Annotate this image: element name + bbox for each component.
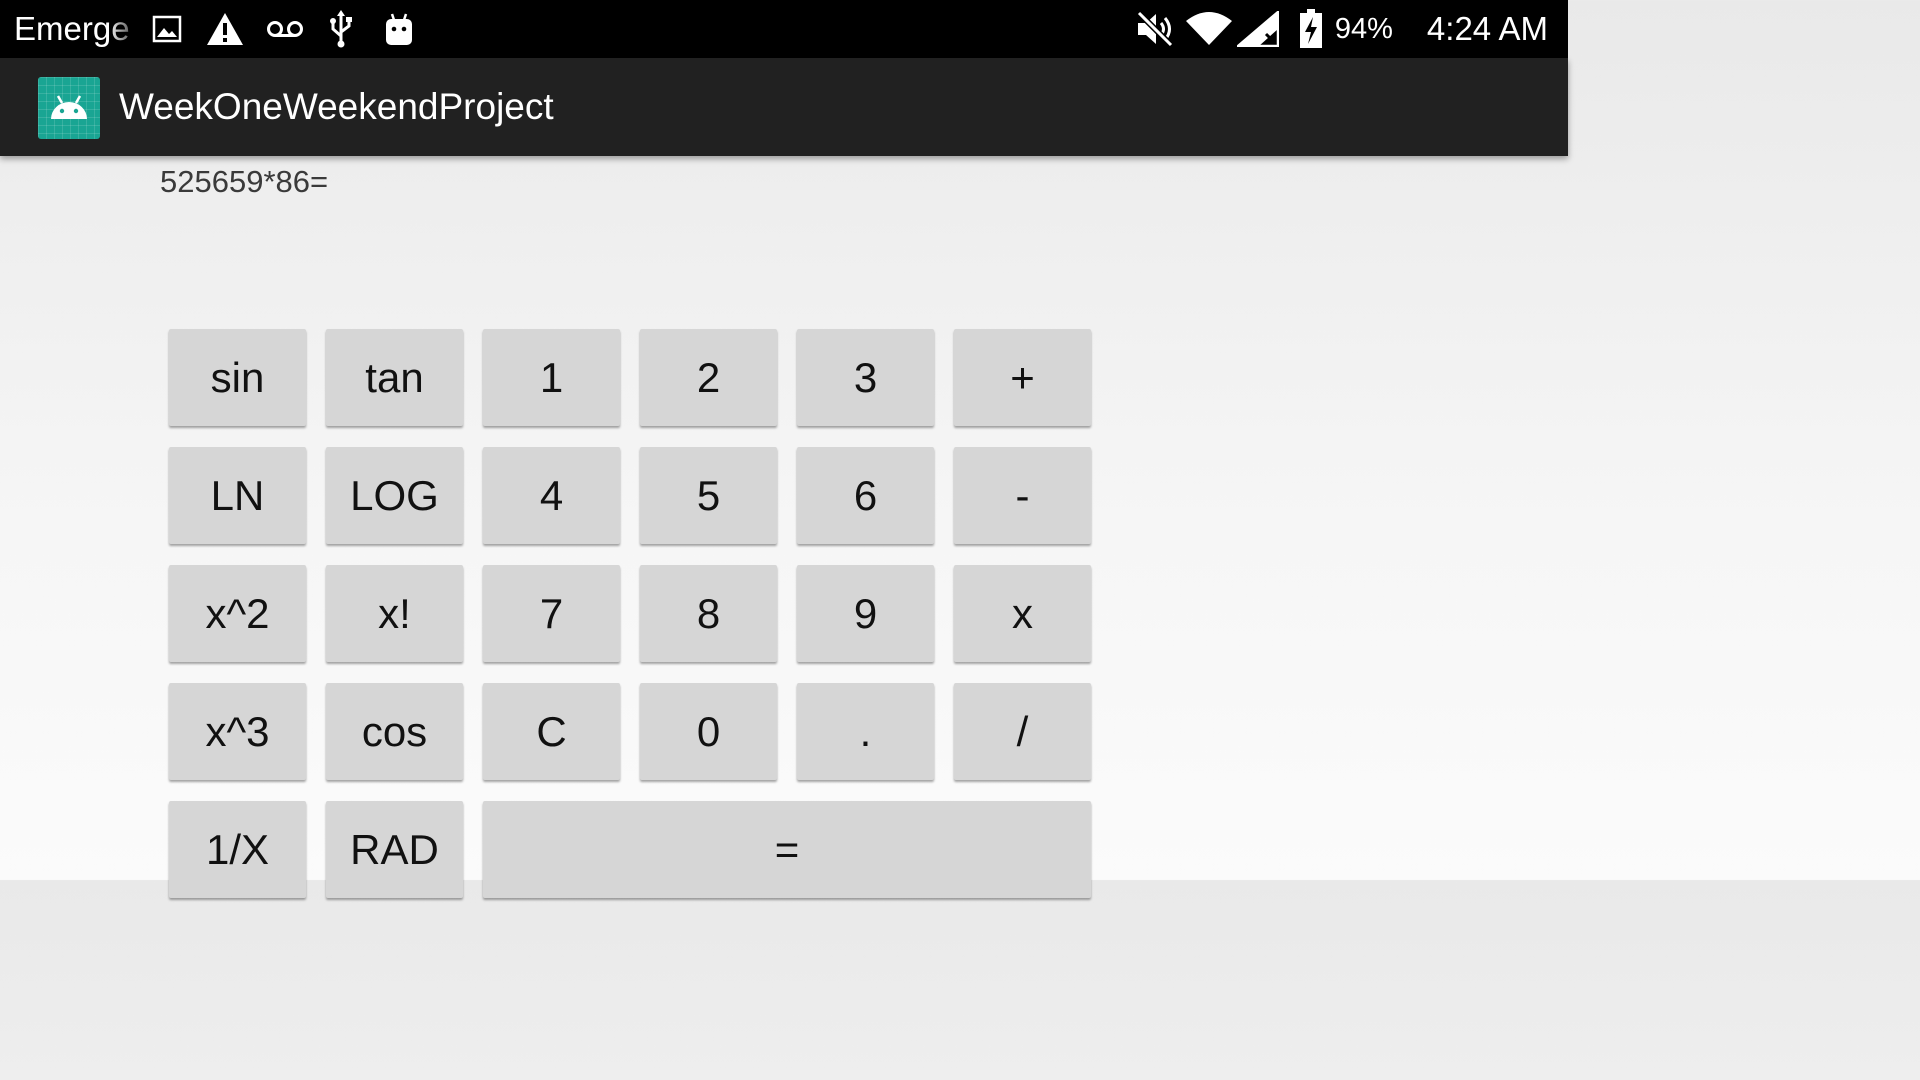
- cube-button[interactable]: x^3: [169, 683, 306, 780]
- voicemail-icon: [266, 19, 304, 39]
- action-bar: WeekOneWeekendProject: [0, 58, 1568, 156]
- expression-display: 525659*86=: [160, 164, 329, 199]
- mute-icon: [1135, 11, 1175, 47]
- digit-1-button[interactable]: 1: [483, 329, 620, 426]
- digit-9-button[interactable]: 9: [797, 565, 934, 662]
- warning-icon: [206, 12, 244, 46]
- sin-button[interactable]: sin: [169, 329, 306, 426]
- status-bar-left: Emerge: [14, 0, 414, 58]
- digit-4-button[interactable]: 4: [483, 447, 620, 544]
- reciprocal-button[interactable]: 1/X: [169, 801, 306, 898]
- digit-8-button[interactable]: 8: [640, 565, 777, 662]
- status-bar: Emerge 94% 4:24 AM: [0, 0, 1568, 58]
- equals-button[interactable]: =: [483, 801, 1091, 898]
- calculator-keypad: sin tan 1 2 3 + LN LOG 4 5 6 - x^2 x! 7 …: [169, 329, 1091, 898]
- digit-7-button[interactable]: 7: [483, 565, 620, 662]
- rad-button[interactable]: RAD: [326, 801, 463, 898]
- android-launcher-icon: [38, 77, 100, 139]
- decimal-point-button[interactable]: .: [797, 683, 934, 780]
- carrier-name: Emerge: [14, 10, 130, 47]
- wifi-icon: [1185, 11, 1233, 47]
- factorial-button[interactable]: x!: [326, 565, 463, 662]
- digit-2-button[interactable]: 2: [640, 329, 777, 426]
- digit-5-button[interactable]: 5: [640, 447, 777, 544]
- digit-6-button[interactable]: 6: [797, 447, 934, 544]
- app-title: WeekOneWeekendProject: [119, 86, 554, 127]
- divide-button[interactable]: /: [954, 683, 1091, 780]
- digit-3-button[interactable]: 3: [797, 329, 934, 426]
- ln-button[interactable]: LN: [169, 447, 306, 544]
- signal-no-service-icon: [1236, 11, 1279, 47]
- clear-button[interactable]: C: [483, 683, 620, 780]
- subtract-button[interactable]: -: [954, 447, 1091, 544]
- cos-button[interactable]: cos: [326, 683, 463, 780]
- digit-0-button[interactable]: 0: [640, 683, 777, 780]
- gallery-icon: [152, 15, 182, 43]
- battery-charging-icon: [1299, 9, 1323, 49]
- square-button[interactable]: x^2: [169, 565, 306, 662]
- android-debug-icon: [384, 12, 414, 46]
- tan-button[interactable]: tan: [326, 329, 463, 426]
- log-button[interactable]: LOG: [326, 447, 463, 544]
- battery-percent: 94%: [1334, 12, 1393, 45]
- clock: 4:24 AM: [1426, 10, 1548, 47]
- multiply-button[interactable]: x: [954, 565, 1091, 662]
- add-button[interactable]: +: [954, 329, 1091, 426]
- status-bar-right: 94% 4:24 AM: [1135, 0, 1548, 58]
- usb-icon: [328, 10, 354, 48]
